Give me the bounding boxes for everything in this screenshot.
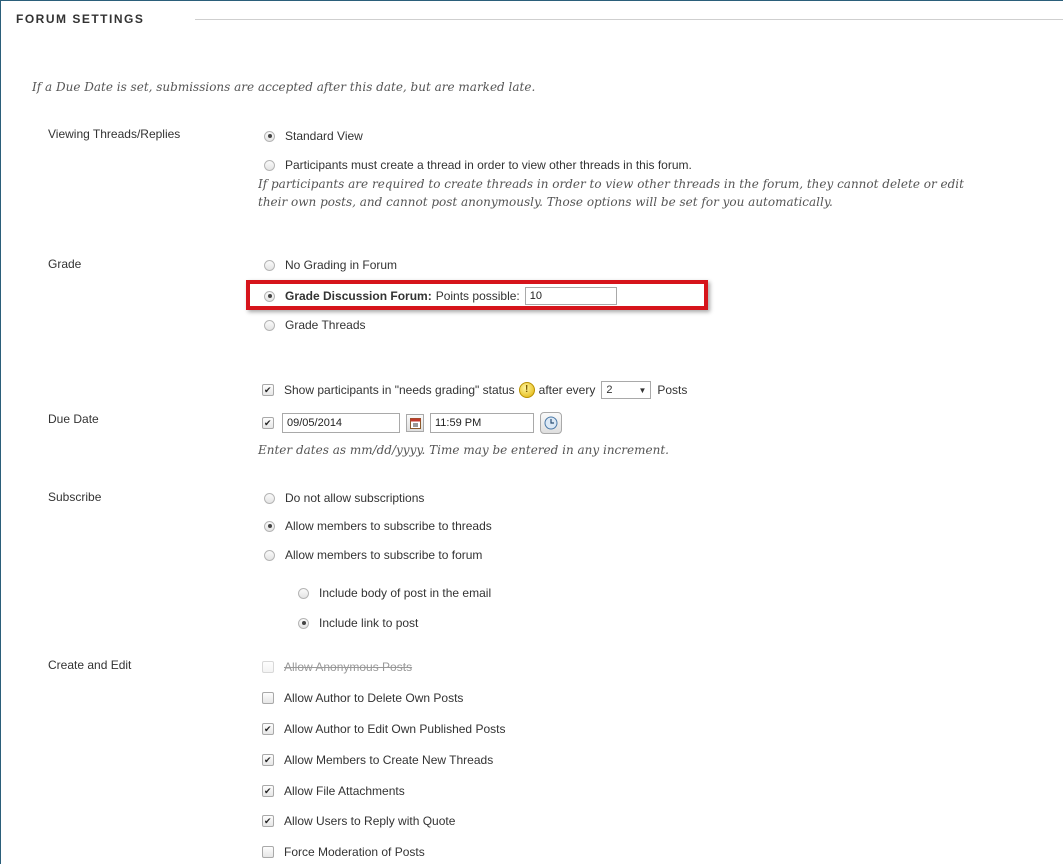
clock-icon[interactable]: [540, 412, 562, 434]
no-subscriptions-radio[interactable]: [264, 492, 275, 504]
option-delete-own-posts[interactable]: Allow Author to Delete Own Posts: [262, 691, 463, 705]
no-subscriptions-label: Do not allow subscriptions: [285, 491, 425, 505]
create-threads-checkbox[interactable]: [262, 754, 274, 766]
due-date-row: [262, 412, 568, 434]
no-grading-radio[interactable]: [264, 259, 275, 271]
include-link-label: Include link to post: [319, 616, 419, 630]
include-body-label: Include body of post in the email: [319, 586, 492, 600]
option-edit-own-posts[interactable]: Allow Author to Edit Own Published Posts: [262, 722, 505, 736]
include-link-radio[interactable]: [298, 617, 309, 629]
subscribe-threads-label: Allow members to subscribe to threads: [285, 519, 492, 533]
due-date-checkbox[interactable]: [262, 417, 274, 429]
after-every-label: after every: [538, 383, 596, 397]
grade-threads-radio[interactable]: [264, 319, 275, 331]
standard-view-label: Standard View: [285, 129, 363, 143]
reply-with-quote-label: Allow Users to Reply with Quote: [284, 814, 456, 828]
due-date-input[interactable]: [282, 413, 400, 433]
anonymous-posts-label: Allow Anonymous Posts: [284, 660, 413, 674]
anonymous-posts-checkbox: [262, 661, 274, 673]
subscribe-option-forum[interactable]: Allow members to subscribe to forum: [264, 548, 482, 562]
viewing-note: If participants are required to create t…: [258, 175, 1063, 211]
subscribe-suboption-link[interactable]: Include link to post: [298, 616, 418, 630]
edit-own-posts-label: Allow Author to Edit Own Published Posts: [284, 722, 506, 736]
grade-forum-highlight-box: [246, 280, 708, 310]
delete-own-posts-checkbox[interactable]: [262, 692, 274, 704]
edit-own-posts-checkbox[interactable]: [262, 723, 274, 735]
option-force-moderation[interactable]: Force Moderation of Posts: [262, 845, 425, 859]
subscribe-suboption-body[interactable]: Include body of post in the email: [298, 586, 491, 600]
participants-view-radio[interactable]: [264, 159, 275, 171]
calendar-icon[interactable]: [406, 414, 424, 432]
grading-count-select[interactable]: 2 ▼: [601, 381, 652, 399]
viewing-note-line2: their own posts, and cannot post anonymo…: [258, 195, 833, 209]
file-attachments-label: Allow File Attachments: [284, 784, 405, 798]
subscribe-threads-radio[interactable]: [264, 520, 275, 532]
delete-own-posts-label: Allow Author to Delete Own Posts: [284, 691, 464, 705]
due-date-intro-note: If a Due Date is set, submissions are ac…: [32, 80, 536, 94]
viewing-note-line1: If participants are required to create t…: [258, 177, 964, 191]
create-threads-label: Allow Members to Create New Threads: [284, 753, 494, 767]
force-moderation-label: Force Moderation of Posts: [284, 845, 425, 859]
needs-grading-row: Show participants in "needs grading" sta…: [262, 381, 687, 399]
section-title: FORUM SETTINGS: [16, 12, 159, 26]
force-moderation-checkbox[interactable]: [262, 846, 274, 858]
subscribe-forum-label: Allow members to subscribe to forum: [285, 548, 483, 562]
due-date-note: Enter dates as mm/dd/yyyy. Time may be e…: [258, 443, 669, 457]
section-divider: [195, 19, 1063, 20]
option-create-threads[interactable]: Allow Members to Create New Threads: [262, 753, 493, 767]
due-date-label: Due Date: [48, 412, 99, 426]
grade-label: Grade: [48, 257, 82, 271]
due-time-input[interactable]: [430, 413, 534, 433]
option-reply-with-quote[interactable]: Allow Users to Reply with Quote: [262, 814, 455, 828]
subscribe-label: Subscribe: [48, 490, 102, 504]
needs-grading-icon: !: [518, 382, 535, 398]
grade-option-threads[interactable]: Grade Threads: [264, 318, 366, 332]
no-grading-label: No Grading in Forum: [285, 258, 398, 272]
view-option-participants[interactable]: Participants must create a thread in ord…: [264, 158, 692, 172]
create-edit-label: Create and Edit: [48, 658, 132, 672]
posts-label: Posts: [657, 383, 688, 397]
participants-view-label: Participants must create a thread in ord…: [285, 158, 692, 172]
needs-grading-label: Show participants in "needs grading" sta…: [284, 383, 515, 397]
subscribe-forum-radio[interactable]: [264, 549, 275, 561]
view-option-standard[interactable]: Standard View: [264, 129, 363, 143]
option-file-attachments[interactable]: Allow File Attachments: [262, 784, 405, 798]
needs-grading-checkbox[interactable]: [262, 384, 274, 396]
standard-view-radio[interactable]: [264, 130, 275, 142]
grade-threads-label: Grade Threads: [285, 318, 366, 332]
subscribe-option-none[interactable]: Do not allow subscriptions: [264, 491, 424, 505]
grading-count-value: 2: [606, 384, 613, 396]
reply-with-quote-checkbox[interactable]: [262, 815, 274, 827]
chevron-down-icon: ▼: [638, 385, 647, 395]
grade-option-none[interactable]: No Grading in Forum: [264, 258, 397, 272]
subscribe-option-threads[interactable]: Allow members to subscribe to threads: [264, 519, 492, 533]
include-body-radio[interactable]: [298, 587, 309, 599]
file-attachments-checkbox[interactable]: [262, 785, 274, 797]
option-anonymous-posts: Allow Anonymous Posts: [262, 660, 412, 674]
viewing-threads-label: Viewing Threads/Replies: [48, 127, 181, 141]
